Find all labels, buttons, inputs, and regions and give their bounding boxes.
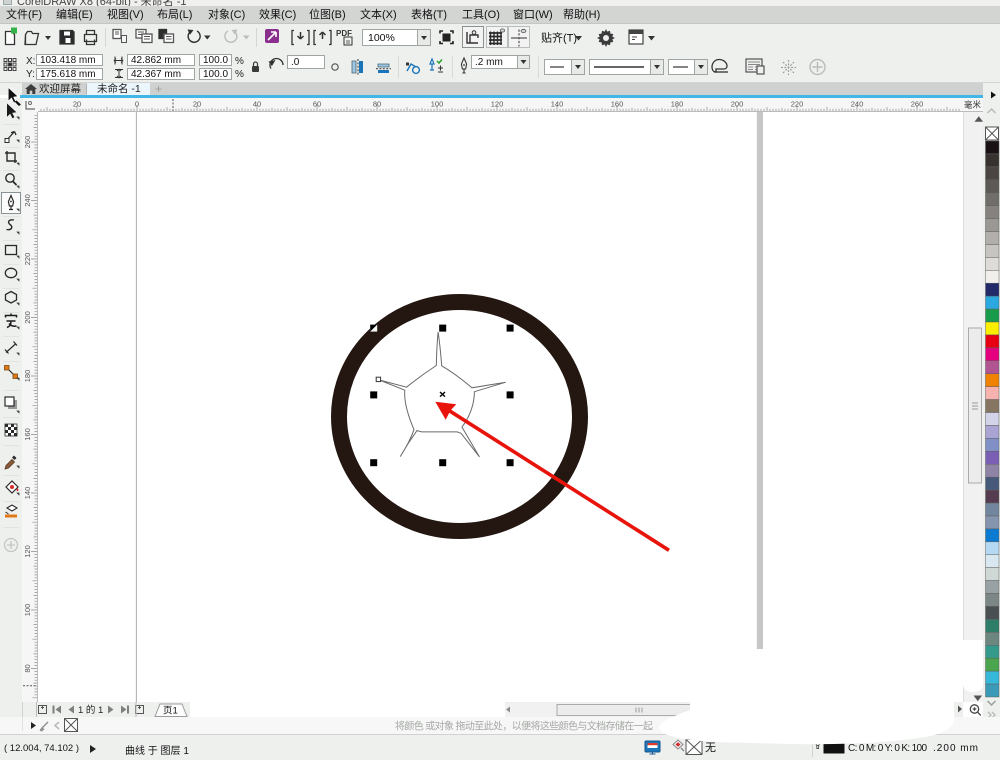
svg-text:80: 80 (23, 664, 32, 672)
svg-text:毫米: 毫米 (964, 100, 982, 110)
svg-text:260: 260 (23, 136, 32, 149)
svg-text:200: 200 (23, 311, 32, 324)
svg-text:140: 140 (23, 487, 32, 500)
svg-text:120: 120 (23, 545, 32, 558)
svg-text:180: 180 (671, 100, 684, 109)
svg-text:页1: 页1 (163, 706, 178, 717)
svg-text:140: 140 (551, 100, 564, 109)
svg-text:20: 20 (193, 100, 201, 109)
svg-text:240: 240 (851, 100, 864, 109)
svg-text:40: 40 (253, 100, 261, 109)
svg-text:.200 mm: .200 mm (933, 743, 978, 754)
svg-text:贴齐(T): 贴齐(T) (541, 31, 577, 45)
svg-text:80: 80 (373, 100, 381, 109)
svg-text:260: 260 (911, 100, 924, 109)
svg-text:160: 160 (23, 428, 32, 441)
svg-text:0: 0 (135, 100, 139, 109)
svg-text:200: 200 (731, 100, 744, 109)
svg-text:无: 无 (705, 742, 716, 754)
svg-text:180: 180 (23, 370, 32, 383)
svg-text:20: 20 (73, 100, 81, 109)
svg-text:100: 100 (23, 604, 32, 617)
svg-text:60: 60 (313, 100, 321, 109)
svg-text:1 的 1: 1 的 1 (78, 704, 103, 716)
svg-text:160: 160 (611, 100, 624, 109)
svg-text:100%: 100% (368, 32, 395, 44)
svg-text:100: 100 (431, 100, 444, 109)
svg-text:C: 0 M: 0 Y: 0 K: 100: C: 0 M: 0 Y: 0 K: 100 (848, 743, 927, 754)
svg-text:120: 120 (491, 100, 504, 109)
svg-text:240: 240 (23, 194, 32, 207)
svg-text:220: 220 (23, 253, 32, 266)
svg-text:将颜色 或对象 拖动至此处，以便将这些颜色与文档存储在一起: 将颜色 或对象 拖动至此处，以便将这些颜色与文档存储在一起 (395, 720, 653, 733)
svg-text:220: 220 (791, 100, 804, 109)
